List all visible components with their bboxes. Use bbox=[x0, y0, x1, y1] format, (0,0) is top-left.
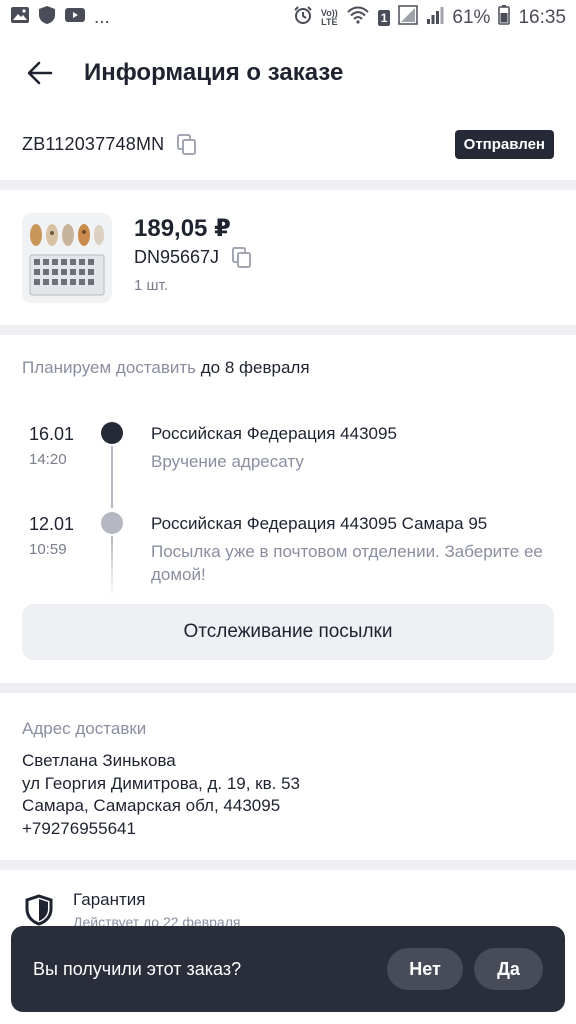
product-sku-row: DN95667J bbox=[134, 246, 253, 268]
battery-icon bbox=[498, 5, 511, 31]
event-description: Посылка уже в почтовом отделении. Забери… bbox=[151, 542, 543, 584]
guarantee-title: Гарантия bbox=[73, 890, 146, 909]
address-block: Светлана Зинькова ул Георгия Димитрова, … bbox=[22, 750, 300, 840]
section-divider bbox=[0, 860, 576, 870]
timeline-connector bbox=[111, 536, 113, 598]
section-divider bbox=[0, 180, 576, 190]
youtube-notification-icon bbox=[64, 6, 86, 30]
track-parcel-button[interactable]: Отслеживание посылки bbox=[22, 604, 554, 660]
event-date: 12.01 bbox=[29, 514, 75, 534]
battery-percent: 61% bbox=[452, 7, 491, 28]
wifi-icon bbox=[346, 6, 370, 30]
event-date: 16.01 bbox=[29, 424, 75, 444]
arrow-left-icon bbox=[27, 61, 53, 85]
sim-badge: 1 bbox=[377, 10, 391, 26]
delivery-plan-date: до 8 февраля bbox=[200, 358, 310, 377]
order-id: ZB112037748MN bbox=[22, 133, 165, 154]
page-title: Информация о заказе bbox=[84, 59, 344, 86]
status-bar: ... Vo)) LTE 1 61% 16:35 bbox=[0, 0, 576, 36]
app-header: Информация о заказе bbox=[0, 40, 576, 106]
order-status-badge: Отправлен bbox=[454, 129, 554, 159]
signal-sim1-icon bbox=[398, 5, 419, 31]
clock: 16:35 bbox=[518, 7, 566, 28]
signal-sim2-icon bbox=[426, 5, 444, 31]
timeline-dot bbox=[101, 512, 123, 534]
recipient-name: Светлана Зинькова bbox=[22, 751, 176, 770]
address-city: Самара, Самарская обл, 443095 bbox=[22, 796, 281, 815]
more-notifications: ... bbox=[94, 7, 110, 28]
volte-icon: Vo)) LTE bbox=[320, 8, 338, 27]
delivery-plan: Планируем доставить до 8 февраля bbox=[22, 358, 310, 378]
order-id-row: ZB112037748MN Отправлен bbox=[0, 118, 576, 170]
copy-sku-icon[interactable] bbox=[231, 246, 253, 268]
event-location: Российская Федерация 443095 Самара 95 bbox=[151, 514, 488, 533]
shield-icon bbox=[24, 894, 54, 926]
no-button[interactable]: Нет bbox=[387, 948, 463, 990]
timeline-connector bbox=[111, 446, 113, 508]
product-price: 189,05 ₽ bbox=[134, 215, 231, 242]
copy-order-id-icon[interactable] bbox=[176, 133, 198, 155]
event-location: Российская Федерация 443095 bbox=[151, 424, 397, 443]
timeline-dot-active bbox=[101, 422, 123, 444]
event-time: 14:20 bbox=[29, 451, 67, 468]
address-street: ул Георгия Димитрова, д. 19, кв. 53 bbox=[22, 773, 301, 793]
product-sku: DN95667J bbox=[134, 246, 220, 267]
address-label: Адрес доставки bbox=[22, 719, 147, 738]
recipient-phone: +79276955641 bbox=[22, 818, 136, 838]
status-bar-right: Vo)) LTE 1 61% 16:35 bbox=[293, 5, 566, 31]
event-description: Вручение адресату bbox=[151, 452, 304, 471]
yes-button[interactable]: Да bbox=[474, 948, 543, 990]
product-card[interactable]: 189,05 ₽ DN95667J 1 шт. bbox=[0, 200, 576, 324]
shield-notification-icon bbox=[38, 5, 56, 31]
back-button[interactable] bbox=[20, 53, 60, 93]
gallery-notification-icon bbox=[10, 6, 30, 30]
snackbar-question: Вы получили этот заказ? bbox=[33, 958, 242, 979]
delivery-plan-prefix: Планируем доставить bbox=[22, 358, 197, 377]
alarm-icon bbox=[293, 5, 313, 31]
section-divider bbox=[0, 325, 576, 335]
section-divider bbox=[0, 683, 576, 693]
status-bar-left: ... bbox=[10, 5, 110, 31]
product-quantity: 1 шт. bbox=[134, 277, 168, 294]
product-thumbnail bbox=[22, 213, 112, 303]
event-time: 10:59 bbox=[29, 541, 67, 558]
confirm-received-snackbar: Вы получили этот заказ? Нет Да bbox=[11, 926, 565, 1012]
